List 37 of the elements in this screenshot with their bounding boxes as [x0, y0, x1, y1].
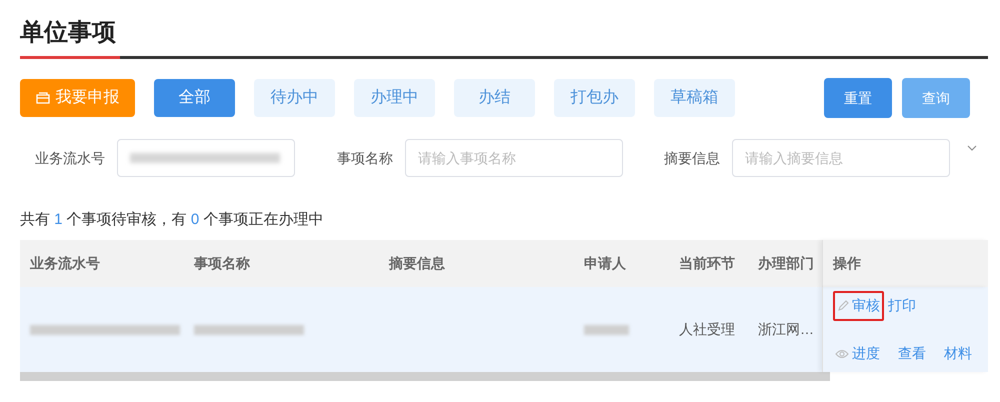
- report-button[interactable]: 我要申报: [20, 79, 135, 117]
- column-header: 当前环节: [679, 254, 735, 273]
- page-title: 单位事项: [20, 18, 117, 48]
- field-label: 事项名称: [337, 148, 393, 168]
- input-field[interactable]: [117, 139, 295, 177]
- filter-tab[interactable]: 办结: [454, 79, 535, 117]
- field-label: 摘要信息: [664, 148, 720, 168]
- column-header: 申请人: [584, 254, 626, 273]
- column-header: 办理部门: [758, 254, 814, 273]
- filter-tab[interactable]: 打包办: [554, 79, 635, 117]
- column-header: 业务流水号: [30, 254, 100, 273]
- pencil-icon: [837, 300, 849, 312]
- action-link[interactable]: 查看: [896, 338, 928, 368]
- column-header: 事项名称: [194, 254, 250, 273]
- table-row[interactable]: 人社受理 浙江网… 审核 打印 进度 查看 材料: [20, 287, 988, 372]
- action-link[interactable]: 进度: [833, 338, 882, 368]
- filter-tab[interactable]: 全部: [154, 79, 235, 117]
- action-link[interactable]: 材料: [942, 338, 974, 368]
- filter-tab[interactable]: 待办中: [254, 79, 335, 117]
- action-link[interactable]: 审核: [833, 290, 884, 320]
- column-header: 操作: [833, 254, 861, 273]
- tray-icon: [36, 92, 50, 104]
- scrollbar[interactable]: [20, 372, 830, 381]
- action-link[interactable]: 打印: [886, 290, 918, 320]
- search-button[interactable]: 查询: [902, 78, 970, 118]
- input-field[interactable]: 请输入事项名称: [405, 139, 623, 177]
- summary-text: 共有 1 个事项待审核，有 0 个事项正在办理中: [20, 210, 324, 230]
- column-header: 摘要信息: [389, 254, 445, 273]
- field-label: 业务流水号: [35, 148, 105, 168]
- filter-tab[interactable]: 办理中: [354, 79, 435, 117]
- filter-tab[interactable]: 草稿箱: [654, 79, 735, 117]
- eye-icon: [835, 348, 849, 358]
- table-cell-text: 浙江网…: [758, 320, 814, 339]
- table-cell-text: 人社受理: [679, 320, 735, 339]
- chevron-down-icon[interactable]: [967, 145, 977, 151]
- reset-button[interactable]: 重置: [824, 78, 892, 118]
- input-field[interactable]: 请输入摘要信息: [732, 139, 950, 177]
